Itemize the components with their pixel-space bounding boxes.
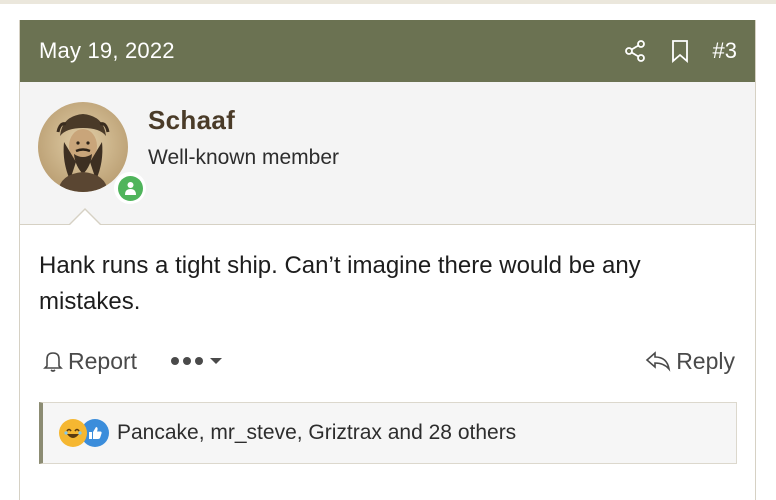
post-actions: Report Reply (20, 332, 755, 390)
user-title: Well-known member (148, 146, 339, 169)
more-options-button[interactable] (171, 356, 223, 366)
reply-button[interactable]: Reply (644, 348, 735, 375)
user-icon (124, 182, 136, 195)
bookmark-icon[interactable] (669, 39, 691, 63)
avatar[interactable] (38, 102, 146, 204)
more-dots-icon (171, 357, 204, 365)
user-details: Schaaf Well-known member (148, 102, 339, 170)
post-date[interactable]: May 19, 2022 (39, 38, 175, 64)
reactions-bar[interactable]: Pancake, mr_steve, Griztrax and 28 other… (39, 402, 737, 464)
post-content: Hank runs a tight ship. Can’t imagine th… (39, 252, 641, 315)
reply-label: Reply (676, 347, 735, 374)
post-number-link[interactable]: #3 (713, 38, 737, 64)
reply-arrow-icon (645, 351, 671, 372)
report-button[interactable]: Report (42, 348, 137, 375)
bell-icon (43, 352, 63, 372)
online-status-indicator (114, 172, 146, 204)
username[interactable]: Schaaf (148, 105, 339, 136)
top-divider (0, 0, 776, 4)
caret-down-icon (210, 358, 223, 364)
post-actions-left: Report (42, 348, 223, 375)
report-label: Report (68, 347, 138, 374)
post-header: May 19, 2022 #3 (20, 20, 755, 82)
share-icon[interactable] (623, 39, 647, 63)
forum-post: May 19, 2022 #3 Schaaf Well-known member… (19, 20, 756, 500)
reaction-users-list[interactable]: Pancake, mr_steve, Griztrax and 28 other… (117, 421, 516, 445)
user-info: Schaaf Well-known member (20, 82, 755, 226)
laugh-reaction-icon (59, 419, 87, 447)
post-header-actions: #3 (623, 38, 737, 64)
reaction-icons (59, 419, 109, 447)
